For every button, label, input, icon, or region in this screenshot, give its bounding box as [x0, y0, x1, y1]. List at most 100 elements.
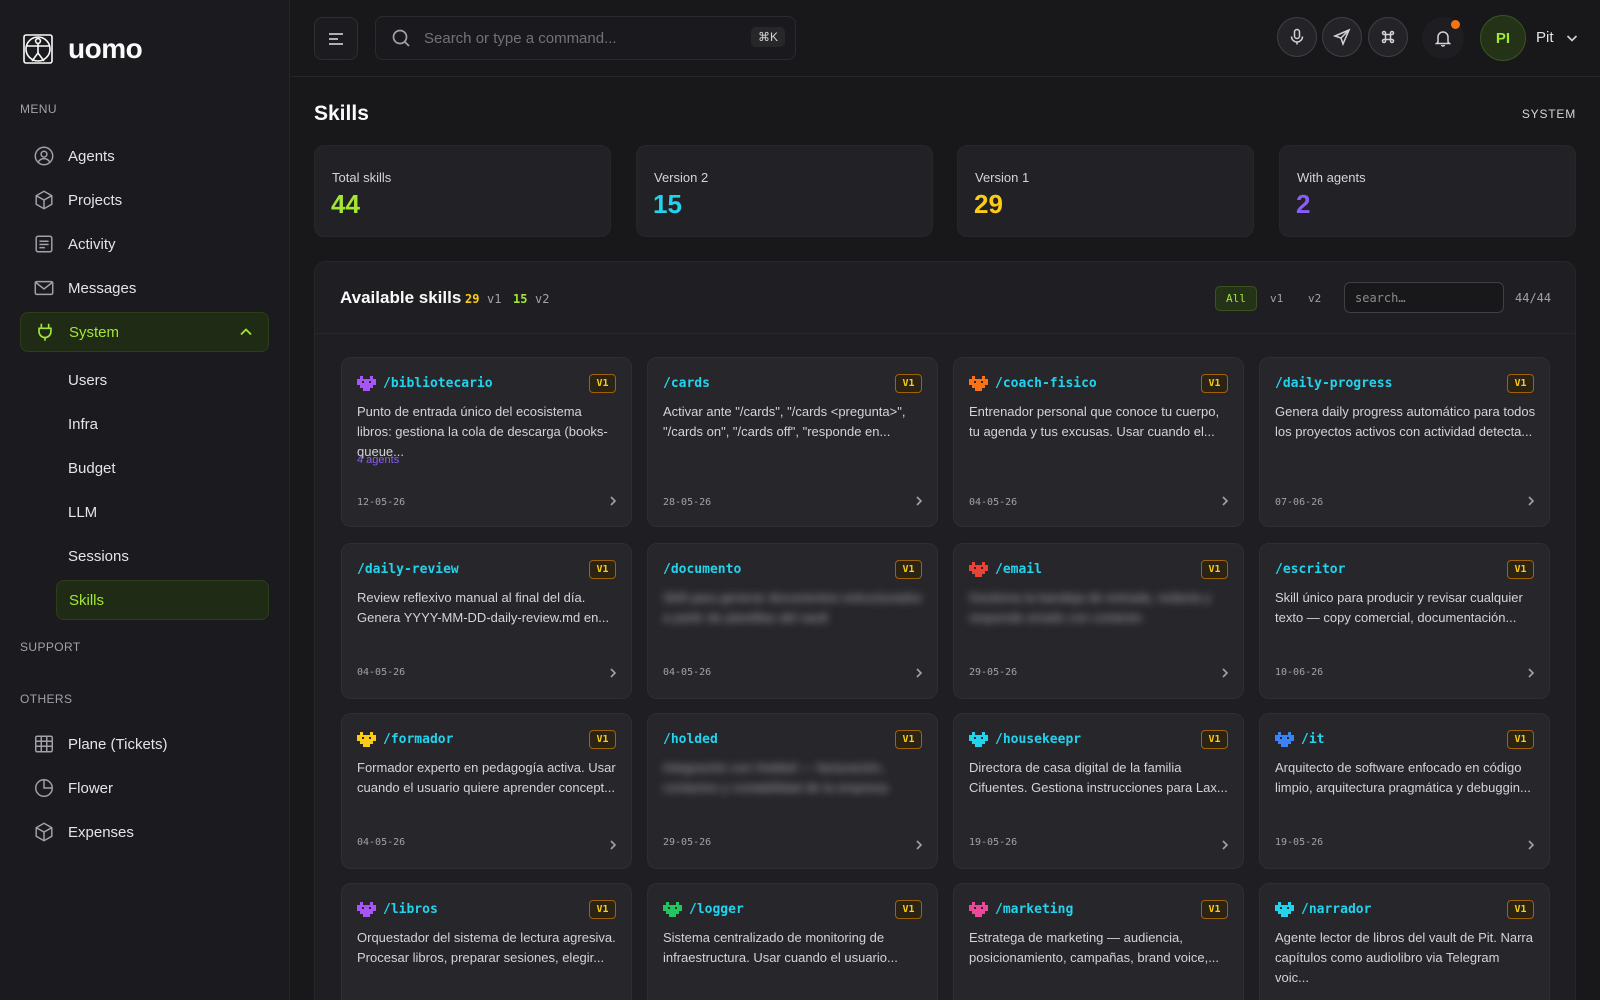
skill-name: /logger: [663, 902, 744, 917]
version-badge: V1: [589, 374, 616, 393]
sidebar-subitem-sessions[interactable]: Sessions: [56, 536, 269, 576]
sidebar-subitem-budget[interactable]: Budget: [56, 448, 269, 488]
command-search-bar[interactable]: ⌘K: [375, 16, 796, 60]
sidebar-item-label: Projects: [68, 191, 123, 209]
stat-card-total-skills: Total skills 44: [314, 145, 611, 237]
skill-card[interactable]: /coach-fisico V1 Entrenador personal que c…: [953, 357, 1244, 527]
skill-card[interactable]: /narrador V1 Agente lector de libros del v…: [1259, 883, 1550, 1000]
notifications-button[interactable]: [1422, 17, 1464, 59]
send-icon: [1333, 28, 1351, 46]
chevron-right-icon[interactable]: [914, 839, 924, 851]
sidebar-item-plane-tickets[interactable]: Plane (Tickets): [20, 724, 269, 764]
sidebar-item-system[interactable]: System: [20, 312, 269, 352]
skill-card[interactable]: /housekeepr V1 Directora de casa digital d…: [953, 713, 1244, 869]
send-button[interactable]: [1322, 17, 1362, 57]
skill-name: /coach-fisico: [969, 376, 1097, 391]
chevron-right-icon[interactable]: [608, 495, 618, 507]
microphone-button[interactable]: [1277, 17, 1317, 57]
user-avatar[interactable]: PI: [1480, 15, 1526, 61]
filter-all-button[interactable]: All: [1215, 286, 1257, 311]
skill-description: Sistema centralizado de monitoring de in…: [663, 930, 898, 965]
skill-name-text: /formador: [383, 732, 454, 747]
sidebar-item-label: Agents: [68, 147, 115, 165]
skill-description: Gestiona la bandeja de entrada, redacta …: [969, 590, 1212, 625]
sidebar-item-messages[interactable]: Messages: [20, 268, 269, 308]
skill-card[interactable]: /formador V1 Formador experto en pedagogía…: [341, 713, 632, 869]
agents-count-link[interactable]: 4 agents: [357, 454, 399, 466]
sidebar-subitem-label: Budget: [68, 459, 116, 477]
skill-card[interactable]: /email V1 Gestiona la bandeja de entrada, …: [953, 543, 1244, 699]
skill-name: /it: [1275, 732, 1324, 747]
chevron-right-icon[interactable]: [1220, 667, 1230, 679]
skill-card[interactable]: /daily-progress V1 Genera daily progress a…: [1259, 357, 1550, 527]
chevron-up-icon[interactable]: [238, 324, 254, 340]
box-icon: [33, 189, 55, 211]
skill-date: 19-05-26: [969, 837, 1018, 848]
skill-date: 29-05-26: [663, 837, 712, 848]
chevron-right-icon[interactable]: [914, 495, 924, 507]
mail-icon: [33, 277, 55, 299]
skill-card[interactable]: /logger V1 Sistema centralizado de monitor…: [647, 883, 938, 1000]
skill-card[interactable]: /daily-review V1 Review reflexivo manual a…: [341, 543, 632, 699]
sidebar-subitem-users[interactable]: Users: [56, 360, 269, 400]
sidebar-item-flower[interactable]: Flower: [20, 768, 269, 808]
page-title: Skills: [314, 102, 369, 125]
skill-name: /documento: [663, 562, 741, 577]
command-button[interactable]: [1368, 17, 1408, 57]
chevron-right-icon[interactable]: [1220, 495, 1230, 507]
skill-name-text: /narrador: [1301, 902, 1372, 917]
list-icon: [33, 233, 55, 255]
sidebar-subitem-skills[interactable]: Skills: [56, 580, 269, 620]
skill-card[interactable]: /marketing V1 Estratega de marketing — aud…: [953, 883, 1244, 1000]
skill-card[interactable]: /bibliotecario V1 Punto de entrada único d…: [341, 357, 632, 527]
skill-description: Estratega de marketing — audiencia, posi…: [969, 930, 1220, 965]
skill-card[interactable]: /holded V1 Integración con Holded — factur…: [647, 713, 938, 869]
skill-card[interactable]: /cards V1 Activar ante "/cards", "/cards <…: [647, 357, 938, 527]
stat-card-version-1: Version 1 29: [957, 145, 1254, 237]
skill-name: /marketing: [969, 902, 1073, 917]
skill-name: /daily-progress: [1275, 376, 1392, 391]
skill-pixel-icon: [969, 732, 988, 747]
chevron-right-icon[interactable]: [1526, 495, 1536, 507]
sidebar-item-expenses[interactable]: Expenses: [20, 812, 269, 852]
stat-value: 44: [331, 189, 360, 219]
skill-card[interactable]: /documento V1 Skill para generar documento…: [647, 543, 938, 699]
keyboard-shortcut-hint: ⌘K: [750, 27, 785, 47]
sidebar-item-projects[interactable]: Projects: [20, 180, 269, 220]
skill-card[interactable]: /it V1 Arquitecto de software enfocado en …: [1259, 713, 1550, 869]
sidebar-item-agents[interactable]: Agents: [20, 136, 269, 176]
filter-v1-button[interactable]: v1: [1260, 286, 1293, 311]
skill-name-text: /documento: [663, 562, 742, 577]
chevron-right-icon[interactable]: [1526, 667, 1536, 679]
skill-date: 04-05-26: [663, 667, 712, 678]
sidebar-subitem-llm[interactable]: LLM: [56, 492, 269, 532]
sidebar-subitem-label: LLM: [68, 503, 98, 521]
skills-search-input[interactable]: [1344, 282, 1504, 313]
skill-name: /email: [969, 562, 1042, 577]
brand-logo[interactable]: uomo: [22, 33, 143, 65]
skill-card[interactable]: /libros V1 Orquestador del sistema de lect…: [341, 883, 632, 1000]
skill-name: /narrador: [1275, 902, 1371, 917]
sidebar-item-activity[interactable]: Activity: [20, 224, 269, 264]
chevron-right-icon[interactable]: [608, 839, 618, 851]
skill-name: /daily-review: [357, 562, 459, 577]
sidebar-subitem-infra[interactable]: Infra: [56, 404, 269, 444]
stat-value: 29: [974, 189, 1003, 219]
chevron-right-icon[interactable]: [1526, 839, 1536, 851]
chevron-right-icon[interactable]: [914, 667, 924, 679]
skill-name: /escritor: [1275, 562, 1345, 577]
pie-chart-icon: [33, 777, 55, 799]
sidebar-item-label: Messages: [68, 279, 137, 297]
chevron-right-icon[interactable]: [1220, 839, 1230, 851]
skill-card[interactable]: /escritor V1 Skill único para producir y r…: [1259, 543, 1550, 699]
skill-name-text: /bibliotecario: [383, 376, 493, 391]
chevron-down-icon[interactable]: [1565, 31, 1579, 45]
notification-dot: [1451, 20, 1460, 29]
version-badge: V1: [589, 900, 616, 919]
user-name[interactable]: Pit: [1536, 29, 1554, 46]
skill-description: Review reflexivo manual al final del día…: [357, 590, 610, 625]
filter-v2-button[interactable]: v2: [1298, 286, 1331, 311]
command-search-input[interactable]: [424, 29, 744, 47]
chevron-right-icon[interactable]: [608, 667, 618, 679]
menu-toggle-button[interactable]: [314, 17, 358, 60]
